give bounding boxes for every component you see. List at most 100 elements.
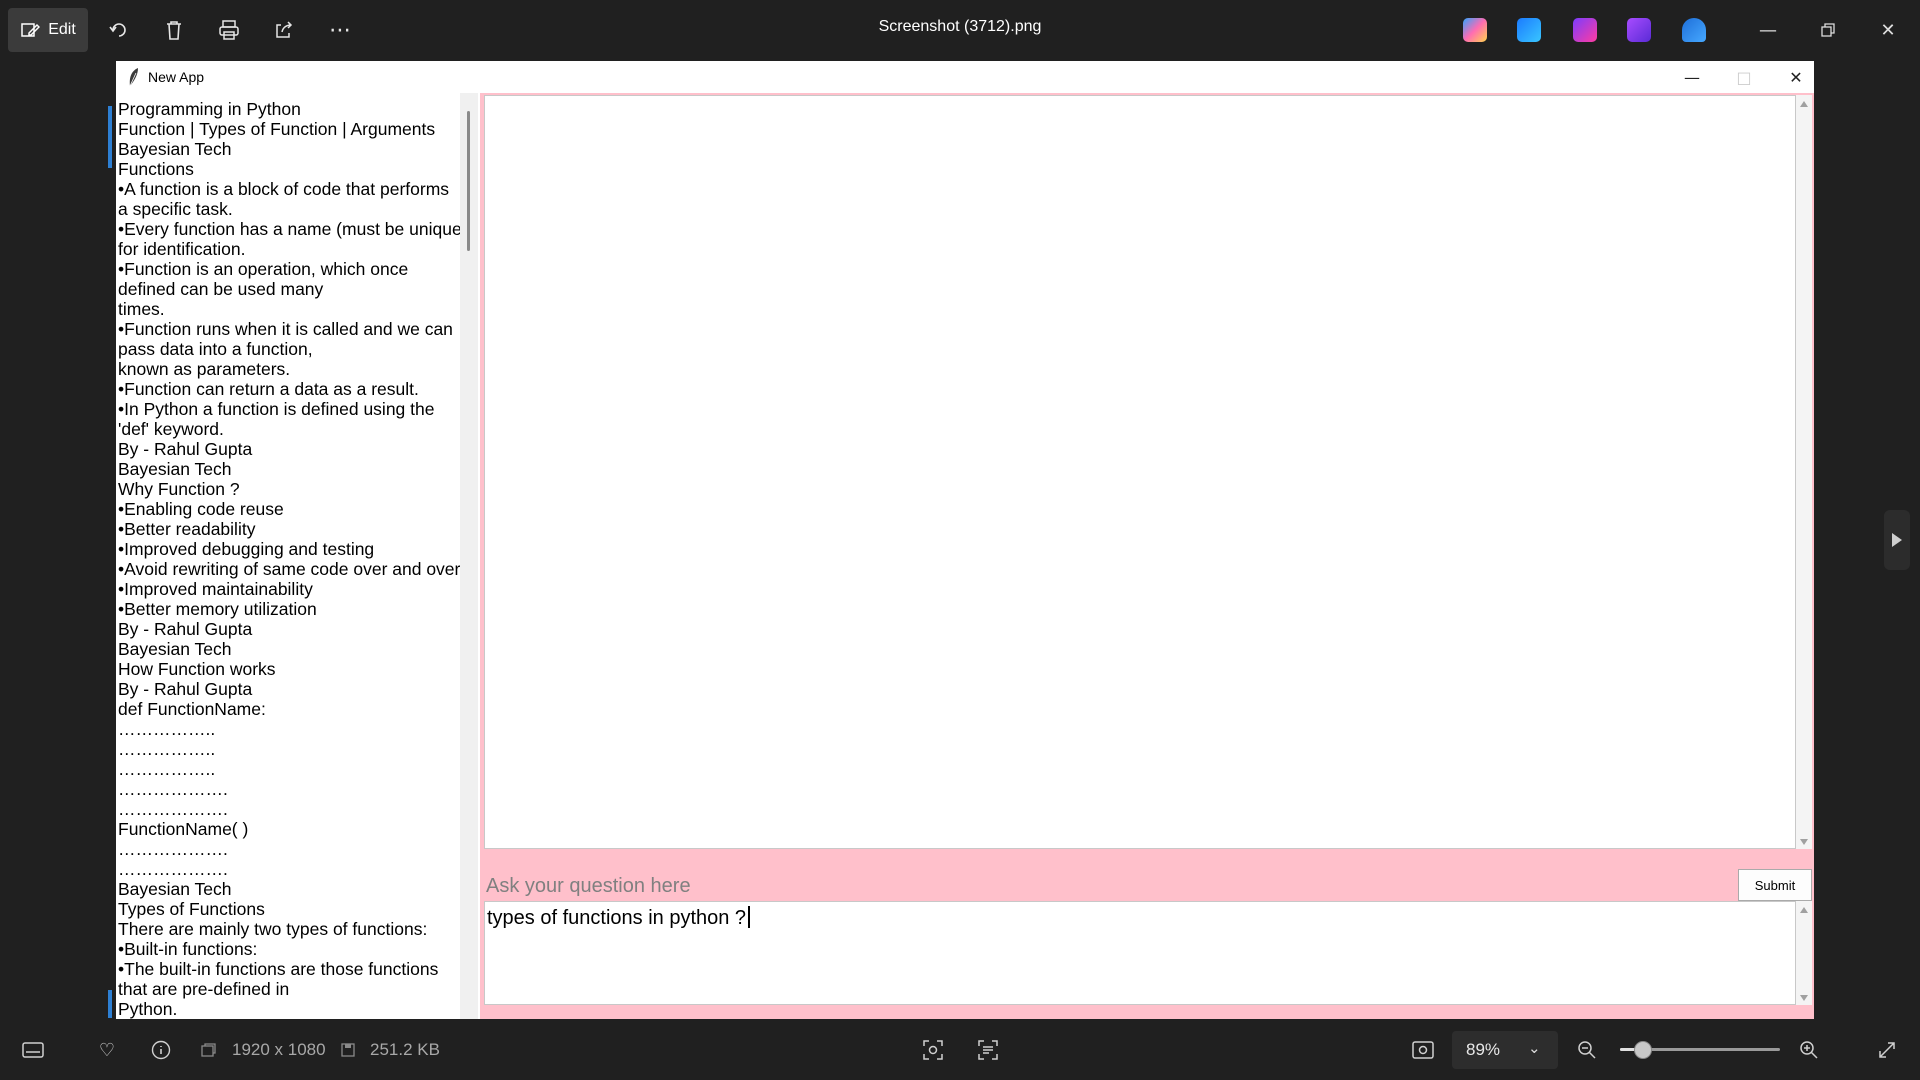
document-line: ………………. <box>118 779 228 799</box>
app-window: New App — □ ✕ Programming in Python Funct… <box>116 61 1814 1019</box>
edit-image-icon <box>21 23 41 37</box>
zoom-in-icon[interactable] <box>1796 1037 1822 1063</box>
text-extract-icon[interactable] <box>975 1037 1001 1063</box>
text-caret <box>748 906 751 928</box>
document-line: that are pre-defined in <box>118 979 290 999</box>
document-line: •In Python a function is defined using t… <box>118 399 435 419</box>
submit-button[interactable]: Submit <box>1738 869 1812 901</box>
question-text: types of functions in python ? <box>487 907 747 929</box>
rotate-icon[interactable] <box>104 15 134 45</box>
video-editor-icon[interactable] <box>1627 18 1651 42</box>
document-scrollbar[interactable] <box>460 93 478 1019</box>
document-line: •The built-in functions are those functi… <box>118 959 439 979</box>
document-line: •Built-in functions: <box>118 939 258 959</box>
viewer-toolbar: Edit ⋯ Screenshot (3712).png — ✕ <box>0 0 1920 60</box>
document-line: •A function is a block of code that perf… <box>118 179 450 199</box>
document-line: times. <box>118 299 165 319</box>
document-line: Bayesian Tech <box>118 139 232 159</box>
ask-question-label: Ask your question here <box>486 875 691 897</box>
document-line: …………….. <box>118 719 216 739</box>
more-icon[interactable]: ⋯ <box>325 15 355 45</box>
app-minimize-icon[interactable]: — <box>1672 63 1712 91</box>
zoom-level: 89% <box>1466 1040 1501 1059</box>
document-line: Programming in Python <box>118 99 301 119</box>
zoom-dropdown[interactable]: 89% ⌄ <box>1452 1031 1558 1069</box>
document-line: By - Rahul Gupta <box>118 439 253 459</box>
zoom-slider[interactable] <box>1620 1041 1780 1059</box>
question-scrollbar[interactable] <box>1796 901 1812 1005</box>
answer-scrollbar[interactable] <box>1796 95 1812 849</box>
document-line: Bayesian Tech <box>118 459 232 479</box>
document-line: •Avoid rewriting of same code over and o… <box>118 559 460 579</box>
document-line: for identification. <box>118 239 246 259</box>
filmstrip-icon[interactable] <box>20 1037 46 1063</box>
document-line: How Function works <box>118 659 276 679</box>
file-size-icon <box>338 1037 358 1063</box>
app-maximize-icon: □ <box>1736 67 1752 87</box>
question-scroll-up-icon[interactable] <box>1800 907 1808 913</box>
document-line: Types of Functions <box>118 899 265 919</box>
document-line: Bayesian Tech <box>118 639 232 659</box>
app-close-icon[interactable]: ✕ <box>1776 63 1814 91</box>
print-icon[interactable] <box>214 15 244 45</box>
question-input[interactable]: types of functions in python ? <box>484 901 1796 1005</box>
document-line: a specific task. <box>118 199 233 219</box>
document-line: Why Function ? <box>118 479 240 499</box>
chevron-right-icon <box>1892 533 1902 547</box>
document-line: FunctionName( ) <box>118 819 249 839</box>
visual-search-icon[interactable] <box>920 1037 946 1063</box>
selection-accent-bar <box>108 106 112 168</box>
next-image-button[interactable] <box>1884 510 1910 570</box>
fit-to-window-icon[interactable] <box>1410 1037 1436 1063</box>
info-icon[interactable] <box>148 1037 174 1063</box>
clipchamp-icon[interactable] <box>1573 18 1597 42</box>
document-line: •Enabling code reuse <box>118 499 284 519</box>
chevron-down-icon: ⌄ <box>1528 1040 1541 1057</box>
document-line: …………….. <box>118 759 216 779</box>
question-scroll-down-icon[interactable] <box>1800 995 1808 1001</box>
zoom-slider-thumb[interactable] <box>1634 1041 1653 1059</box>
viewer-restore-icon[interactable] <box>1810 16 1846 44</box>
file-size: 251.2 KB <box>370 1040 440 1059</box>
dimensions-icon <box>198 1037 218 1063</box>
full-screen-icon[interactable] <box>1874 1037 1900 1063</box>
document-line: defined can be used many <box>118 279 324 299</box>
document-line: •Function runs when it is called and we … <box>118 319 453 339</box>
document-line: •Function can return a data as a result. <box>118 379 419 399</box>
document-text-panel[interactable]: Programming in Python Function | Types of… <box>116 93 460 1019</box>
scroll-down-icon[interactable] <box>1800 839 1808 845</box>
document-line: ………………. <box>118 799 228 819</box>
copilot-icon[interactable] <box>1463 18 1487 42</box>
document-line: pass data into a function, <box>118 339 313 359</box>
scroll-up-icon[interactable] <box>1800 101 1808 107</box>
document-line: ………………. <box>118 839 228 859</box>
document-line: •Improved maintainability <box>118 579 313 599</box>
image-dimensions: 1920 x 1080 <box>232 1040 326 1059</box>
delete-icon[interactable] <box>159 15 189 45</box>
share-icon[interactable] <box>269 15 299 45</box>
document-line: By - Rahul Gupta <box>118 679 253 699</box>
edit-label: Edit <box>48 21 76 38</box>
onedrive-icon[interactable] <box>1682 18 1706 42</box>
zoom-out-icon[interactable] <box>1574 1037 1600 1063</box>
document-line: 'def' keyword. <box>118 419 224 439</box>
document-scrollbar-thumb[interactable] <box>467 111 470 251</box>
edit-button[interactable]: Edit <box>8 8 88 52</box>
favorite-icon[interactable]: ♡ <box>94 1037 120 1063</box>
document-line: •Improved debugging and testing <box>118 539 375 559</box>
app-title: New App <box>148 69 205 85</box>
document-line: Bayesian Tech <box>118 879 232 899</box>
document-line: …………….. <box>118 739 216 759</box>
designer-icon[interactable] <box>1517 18 1541 42</box>
viewer-close-icon[interactable]: ✕ <box>1870 16 1906 44</box>
answer-output[interactable] <box>484 95 1796 849</box>
document-line: •Every function has a name (must be uniq… <box>118 219 460 239</box>
document-line: •Function is an operation, which once <box>118 259 409 279</box>
viewer-title: Screenshot (3712).png <box>878 18 1042 35</box>
selection-accent-bar-bottom <box>108 990 112 1018</box>
document-line: Python. <box>118 999 178 1019</box>
viewer-status-bar: ♡ 1920 x 1080 251.2 KB 89% ⌄ <box>0 1019 1920 1080</box>
document-line: Functions <box>118 159 194 179</box>
viewer-minimize-icon[interactable]: — <box>1750 16 1786 44</box>
document-line: By - Rahul Gupta <box>118 619 253 639</box>
